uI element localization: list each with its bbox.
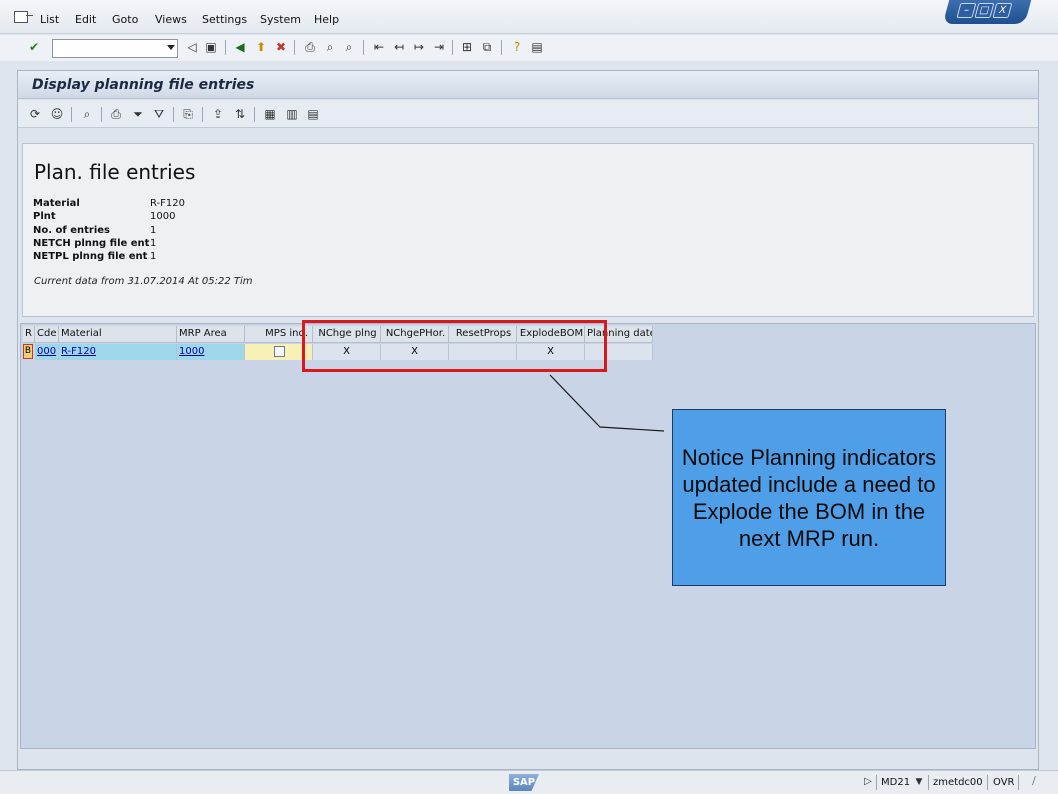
input-mode: OVR [993, 777, 1015, 788]
column-header-material[interactable]: Material [59, 326, 177, 343]
menu-bar: List Edit Goto Views Settings System Hel… [0, 0, 1058, 34]
toolbar-separator [71, 107, 72, 122]
callout-text: Notice Planning indicators updated inclu… [681, 444, 937, 551]
application-toolbar: ⟳ ☺ ⌕ ⎙ ⏷ ⛛ ⎘ ⇪ ⇅ ▦ ▥ ▤ [18, 100, 1038, 128]
screen-title: Display planning file entries [32, 77, 255, 93]
window-controls: – □ X [942, 0, 1032, 24]
field-value-netpl: 1 [150, 251, 157, 262]
transaction-code: MD21 [881, 777, 911, 788]
cell-cde[interactable]: 000 [35, 344, 59, 360]
save-icon[interactable]: ▣ [203, 39, 219, 55]
chevron-down-icon[interactable]: ▼ [911, 774, 927, 790]
toolbar-separator [173, 107, 174, 122]
system-toolbar: ✔ ◁ ▣ ◀ ⬆ ✖ ⎙ ⌕ ⌕ ⇤ ↤ ↦ ⇥ ⊞ ⧉ ? ▤ [0, 35, 1058, 61]
sap-logo: SAP [509, 774, 539, 791]
column-header-mrp-area[interactable]: MRP Area [177, 326, 245, 343]
close-button[interactable]: X [992, 3, 1013, 18]
menu-icon[interactable] [14, 11, 33, 23]
shortcut-icon[interactable]: ⧉ [479, 39, 495, 55]
toolbar-separator [501, 40, 502, 55]
filter-icon[interactable]: ⛛ [151, 106, 167, 122]
cancel-icon[interactable]: ✖ [273, 39, 289, 55]
row-selector[interactable]: B [23, 344, 33, 359]
screen-title-bar: Display planning file entries [18, 71, 1038, 99]
status-bar: SAP ▷ MD21 ▼ zmetdc00 OVR ⧸ [0, 770, 1058, 794]
layout-grid-icon[interactable]: ▦ [262, 106, 278, 122]
field-value-entries: 1 [150, 225, 157, 236]
status-expand-icon[interactable]: ▷ [860, 774, 876, 790]
next-page-icon[interactable]: ↦ [411, 39, 427, 55]
menu-views[interactable]: Views [155, 13, 187, 26]
status-separator [928, 775, 929, 790]
help-icon[interactable]: ? [509, 39, 525, 55]
last-page-icon[interactable]: ⇥ [431, 39, 447, 55]
change-layout-icon[interactable]: ▥ [284, 106, 300, 122]
column-header-cde[interactable]: Cde [35, 326, 59, 343]
cell-material[interactable]: R-F120 [59, 344, 177, 360]
callout-box: Notice Planning indicators updated inclu… [672, 409, 946, 586]
sort-icon[interactable]: ⇅ [232, 106, 248, 122]
menu-system[interactable]: System [260, 13, 301, 26]
field-label-netch: NETCH plnng file ent [33, 238, 150, 249]
toolbar-separator [254, 107, 255, 122]
print-icon[interactable]: ⎙ [302, 39, 318, 55]
toolbar-separator [452, 40, 453, 55]
minimize-button[interactable]: – [956, 3, 977, 18]
enter-icon[interactable]: ✔ [26, 39, 42, 55]
print-icon[interactable]: ⎙ [108, 106, 124, 122]
save-layout-icon[interactable]: ▤ [305, 106, 321, 122]
choose-icon[interactable]: ⎘ [180, 106, 196, 122]
maximize-button[interactable]: □ [974, 3, 995, 18]
mps-checkbox[interactable] [274, 346, 285, 357]
field-label-plant: Plnt [33, 211, 56, 222]
back-icon[interactable]: ◁ [184, 39, 200, 55]
lock-icon: ⧸ [1032, 776, 1036, 787]
status-separator [987, 775, 988, 790]
mrp-area-link[interactable]: 1000 [179, 346, 204, 357]
back-green-icon[interactable]: ◀ [232, 39, 248, 55]
first-page-icon[interactable]: ⇤ [371, 39, 387, 55]
toolbar-separator [363, 40, 364, 55]
toolbar-separator [225, 40, 226, 55]
menu-edit[interactable]: Edit [75, 13, 96, 26]
command-input[interactable] [53, 40, 157, 57]
header-heading: Plan. file entries [34, 160, 196, 184]
menu-list[interactable]: List [40, 13, 59, 26]
toolbar-separator [101, 107, 102, 122]
set-filter-icon[interactable]: ⏷ [130, 106, 146, 122]
field-value-material: R-F120 [150, 198, 185, 209]
toolbar-separator [202, 107, 203, 122]
field-label-material: Material [33, 198, 80, 209]
material-link[interactable]: R-F120 [61, 346, 96, 357]
cde-link[interactable]: 000 [37, 346, 56, 357]
toolbar-separator [294, 40, 295, 55]
header-section: Plan. file entries Material R-F120 Plnt … [22, 143, 1034, 317]
field-value-plant: 1000 [150, 211, 176, 222]
menu-settings[interactable]: Settings [202, 13, 247, 26]
export-icon[interactable]: ⇪ [210, 106, 226, 122]
menu-help[interactable]: Help [314, 13, 339, 26]
field-value-netch: 1 [150, 238, 157, 249]
find-next-icon[interactable]: ⌕ [341, 39, 357, 55]
find-icon[interactable]: ⌕ [322, 39, 338, 55]
refresh-icon[interactable]: ⟳ [27, 106, 43, 122]
status-separator [1018, 775, 1019, 790]
previous-page-icon[interactable]: ↤ [391, 39, 407, 55]
exit-icon[interactable]: ⬆ [253, 39, 269, 55]
details-icon[interactable]: ⌕ [79, 106, 95, 122]
highlight-box [302, 320, 607, 372]
cell-mrp-area[interactable]: 1000 [177, 344, 245, 360]
user-icon[interactable]: ☺ [49, 106, 65, 122]
layout-icon[interactable]: ▤ [529, 39, 545, 55]
status-separator [876, 775, 877, 790]
chevron-down-icon[interactable] [167, 45, 175, 50]
server-name: zmetdc00 [933, 777, 983, 788]
current-data-text: Current data from 31.07.2014 At 05:22 Ti… [34, 276, 253, 287]
menu-goto[interactable]: Goto [112, 13, 138, 26]
field-label-entries: No. of entries [33, 225, 110, 236]
column-header-r[interactable]: R [23, 326, 35, 343]
command-field[interactable] [52, 39, 178, 58]
create-session-icon[interactable]: ⊞ [459, 39, 475, 55]
field-label-netpl: NETPL plnng file ent [33, 251, 148, 262]
